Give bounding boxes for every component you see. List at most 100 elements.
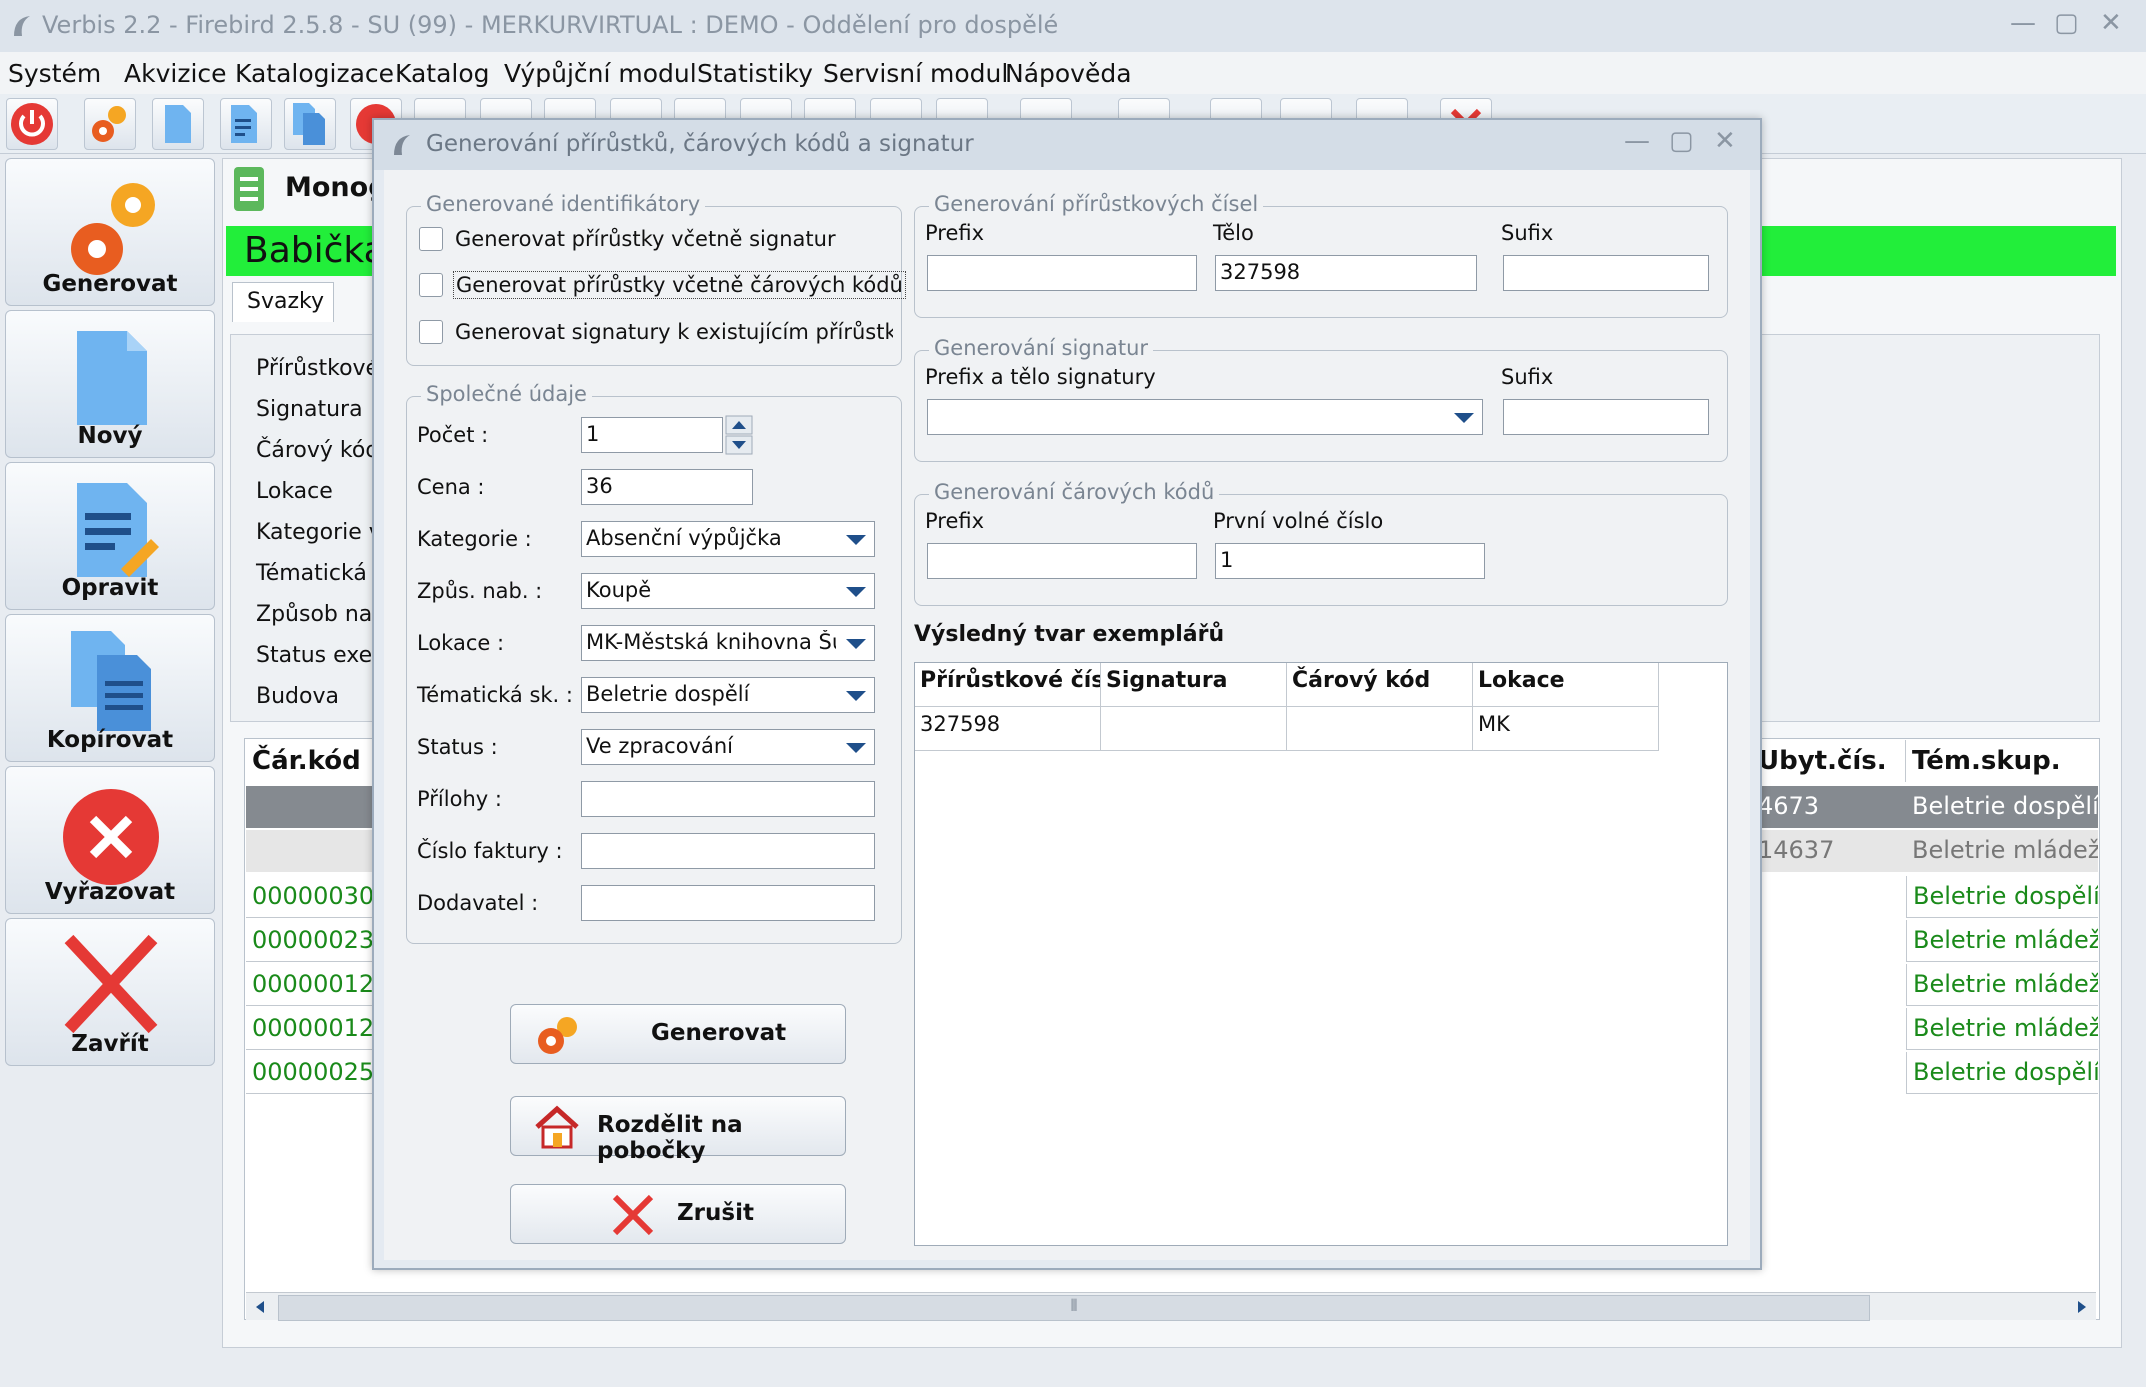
count-spinner[interactable] [725, 415, 753, 455]
grid-header-ubyt[interactable]: Ubyt.čís. [1752, 740, 1906, 782]
bc-first-free-label: První volné číslo [1213, 509, 1384, 533]
table-row[interactable] [246, 786, 376, 828]
signature-group: Generování signatur Prefix a tělo signat… [914, 336, 1728, 462]
barcode-group: Generování čárových kódů Prefix První vo… [914, 480, 1728, 606]
status-value: Ve zpracování [586, 734, 734, 758]
bc-prefix-input[interactable] [927, 543, 1197, 579]
generate-dialog-button[interactable]: Generovat [510, 1004, 846, 1064]
checkbox-label: Generovat přírůstky včetně čárových kódů [453, 271, 906, 299]
toolbar-edit-button[interactable] [220, 98, 272, 150]
chevron-down-icon [846, 743, 866, 753]
bc-first-free-input[interactable]: 1 [1215, 543, 1485, 579]
grid-cell-ubyt: 14637 [1752, 830, 1906, 872]
status-select[interactable]: Ve zpracování [581, 729, 875, 765]
dialog-maximize-button[interactable]: ▢ [1669, 126, 1694, 156]
location-select[interactable]: MK-Městská knihovna Šumperk [581, 625, 875, 661]
thematic-select[interactable]: Beletrie dospělí [581, 677, 875, 713]
close-window-button[interactable]: ✕ [2100, 8, 2122, 38]
acquisition-select[interactable]: Koupě [581, 573, 875, 609]
grid-cell-barcode[interactable]: 000000251 [246, 1052, 376, 1094]
menu-system[interactable]: Systém [8, 59, 101, 88]
field-label: Budova [256, 684, 339, 709]
edit-button[interactable]: Opravit [5, 462, 215, 610]
result-header-signature[interactable]: Signatura [1101, 663, 1287, 707]
grid-header-barcode[interactable]: Čár.kód [246, 740, 376, 782]
checkbox-generate-with-signatures[interactable] [419, 227, 443, 251]
grid-cell-barcode[interactable]: 000000125 [246, 964, 376, 1006]
chevron-down-icon [846, 535, 866, 545]
split-branches-button[interactable]: Rozdělit na pobočky [510, 1096, 846, 1164]
common-data-group-label: Společné údaje [421, 382, 592, 406]
minimize-button[interactable]: — [2010, 8, 2036, 38]
cancel-button[interactable]: Zrušit [510, 1184, 846, 1244]
menu-akvizice[interactable]: Akvizice [124, 59, 227, 88]
grid-cell-tem: Beletrie dospělí [1906, 876, 2098, 918]
count-input[interactable]: 1 [581, 417, 723, 453]
dialog-title-bar: Generování přírůstků, čárových kódů a si… [374, 120, 1760, 170]
table-row[interactable] [246, 830, 376, 872]
grid-cell-tem: Beletrie mládež [1906, 830, 2098, 872]
dialog-minimize-button[interactable]: — [1624, 126, 1650, 156]
tab-svazky[interactable]: Svazky [232, 282, 334, 322]
result-cell-barcode[interactable] [1287, 707, 1473, 751]
horizontal-scrollbar[interactable]: ⦀ [246, 1292, 2096, 1321]
result-header-barcode[interactable]: Čárový kód [1287, 663, 1473, 707]
field-label: Přírůstkové [256, 356, 380, 381]
document-icon [77, 331, 147, 425]
scroll-right-icon[interactable] [2074, 1299, 2090, 1315]
power-button[interactable] [6, 98, 58, 150]
generate-button[interactable]: Generovat [5, 158, 215, 306]
category-select[interactable]: Absenční výpůjčka [581, 521, 875, 557]
book-icon [230, 165, 270, 215]
scrollbar-thumb[interactable]: ⦀ [278, 1295, 1870, 1321]
grid-cell-barcode[interactable]: 000000125 [246, 1008, 376, 1050]
grid-cell-barcode[interactable]: 000000307 [246, 876, 376, 918]
acc-body-input[interactable]: 327598 [1215, 255, 1477, 291]
menu-katalogizace[interactable]: Katalogizace [235, 59, 394, 88]
grid-cell-tem: Beletrie mládež [1906, 1008, 2098, 1050]
category-label: Kategorie : [417, 527, 532, 551]
menu-vypujcni-modul[interactable]: Výpůjční modul [504, 59, 697, 88]
edit-button-label: Opravit [61, 575, 159, 601]
grid-header-tem[interactable]: Tém.skup. [1906, 740, 2098, 782]
dialog-close-button[interactable]: ✕ [1714, 126, 1736, 156]
acc-prefix-input[interactable] [927, 255, 1197, 291]
power-icon [11, 103, 53, 145]
menu-katalog[interactable]: Katalog [395, 59, 490, 88]
menu-napoveda[interactable]: Nápověda [1005, 59, 1132, 88]
category-value: Absenční výpůjčka [586, 526, 782, 550]
edit-document-icon [231, 105, 257, 143]
toolbar-generate-button[interactable] [84, 98, 136, 150]
result-cell-location[interactable]: MK [1473, 707, 1659, 751]
checkbox-generate-signatures-existing[interactable] [419, 320, 443, 344]
price-input[interactable]: 36 [581, 469, 753, 505]
result-header-accession[interactable]: Přírůstkové čísl [915, 663, 1101, 707]
new-button[interactable]: Nový [5, 310, 215, 458]
spinner-arrows-icon[interactable] [725, 415, 753, 455]
close-button[interactable]: Zavřít [5, 918, 215, 1066]
checkbox-generate-with-barcodes[interactable] [419, 273, 443, 297]
checkbox-label: Generovat přírůstky včetně signatur [455, 227, 836, 251]
result-cell-accession[interactable]: 327598 [915, 707, 1101, 751]
close-button-label: Zavřít [71, 1031, 149, 1057]
attachments-input[interactable] [581, 781, 875, 817]
supplier-input[interactable] [581, 885, 875, 921]
invoice-input[interactable] [581, 833, 875, 869]
sig-suffix-input[interactable] [1503, 399, 1709, 435]
copy-button[interactable]: Kopírovat [5, 614, 215, 762]
discard-button[interactable]: Vyřazovat [5, 766, 215, 914]
result-header-location[interactable]: Lokace [1473, 663, 1659, 707]
maximize-button[interactable]: ▢ [2054, 8, 2079, 38]
toolbar-copy-button[interactable] [284, 98, 336, 150]
acc-suffix-input[interactable] [1503, 255, 1709, 291]
sig-prefix-select[interactable] [927, 399, 1483, 435]
menu-statistiky[interactable]: Statistiky [697, 59, 813, 88]
gears-icon [538, 1017, 577, 1054]
discard-button-label: Vyřazovat [44, 879, 176, 905]
grid-cell-barcode[interactable]: 000000235 [246, 920, 376, 962]
scroll-left-icon[interactable] [252, 1299, 268, 1315]
checkbox-label: Generovat signatury k existujícím přírůs… [455, 320, 893, 344]
result-cell-signature[interactable] [1101, 707, 1287, 751]
menu-servisni-modul[interactable]: Servisní modul [823, 59, 1008, 88]
toolbar-new-button[interactable] [152, 98, 204, 150]
